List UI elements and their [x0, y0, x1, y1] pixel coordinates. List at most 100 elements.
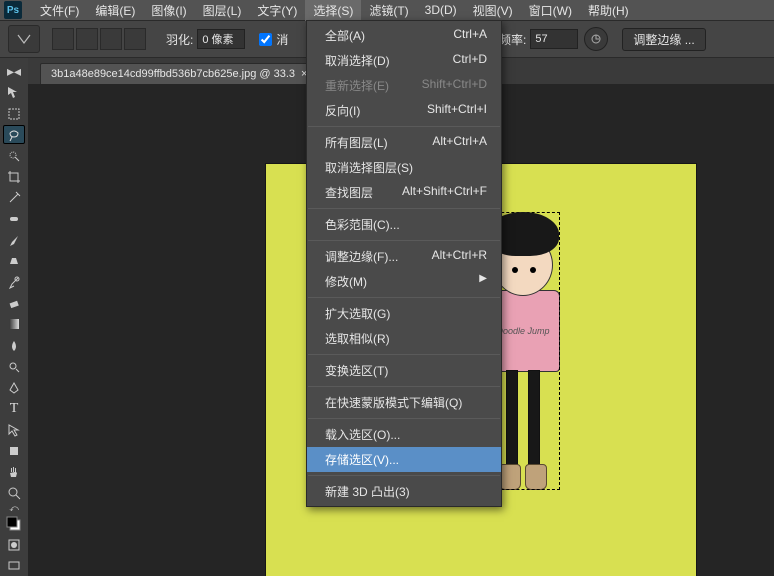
tool-preset-icon[interactable] [8, 25, 40, 53]
frequency-label: 频率: [499, 31, 526, 48]
menu-item-label: 重新选择(E) [325, 77, 389, 94]
menu-help[interactable]: 帮助(H) [580, 0, 637, 21]
menu-item[interactable]: 色彩范围(C)... [307, 212, 501, 237]
eyedropper-tool-icon[interactable] [3, 188, 25, 207]
hand-tool-icon[interactable] [3, 462, 25, 481]
selmode-add-icon[interactable] [76, 28, 98, 50]
color-swap-icon[interactable]: ⤺ [3, 505, 25, 513]
menu-window[interactable]: 窗口(W) [521, 0, 580, 21]
menu-item[interactable]: 取消选择图层(S) [307, 155, 501, 180]
blur-tool-icon[interactable] [3, 336, 25, 355]
menu-item-shortcut: Alt+Ctrl+A [432, 134, 487, 151]
menu-item[interactable]: 变换选区(T) [307, 358, 501, 383]
menu-item[interactable]: 查找图层 Alt+Shift+Ctrl+F [307, 180, 501, 205]
menu-view[interactable]: 视图(V) [465, 0, 521, 21]
brush-tool-icon[interactable] [3, 231, 25, 250]
select-menu-dropdown: 全部(A) Ctrl+A 取消选择(D)Ctrl+D 重新选择(E) Shift+Ctr… [306, 20, 502, 507]
feather-input[interactable] [197, 29, 245, 49]
crop-tool-icon[interactable] [3, 167, 25, 186]
menu-edit[interactable]: 编辑(E) [87, 0, 143, 21]
color-swatch-icon[interactable] [3, 515, 25, 534]
menu-file[interactable]: 文件(F) [32, 0, 87, 21]
menu-separator [308, 208, 500, 209]
menu-image[interactable]: 图像(I) [143, 0, 194, 21]
menu-item: 重新选择(E) Shift+Ctrl+D [307, 73, 501, 98]
menu-item-label: 取消选择图层(S) [325, 159, 413, 176]
selmode-new-icon[interactable] [52, 28, 74, 50]
menu-separator [308, 354, 500, 355]
history-brush-tool-icon[interactable] [3, 273, 25, 292]
gradient-tool-icon[interactable] [3, 315, 25, 334]
menu-item[interactable]: 载入选区(O)... [307, 422, 501, 447]
lasso-tool-icon[interactable] [3, 125, 25, 144]
marquee-tool-icon[interactable] [3, 104, 25, 123]
move-tool-icon[interactable] [3, 83, 25, 102]
menu-item-label: 色彩范围(C)... [325, 216, 400, 233]
menu-item[interactable]: 所有图层(L)Alt+Ctrl+A [307, 130, 501, 155]
menu-item[interactable]: 修改(M)▶ [307, 269, 501, 294]
menu-item-shortcut: Shift+Ctrl+I [427, 102, 487, 119]
menu-item-label: 载入选区(O)... [325, 426, 400, 443]
selmode-intersect-icon[interactable] [124, 28, 146, 50]
path-select-tool-icon[interactable] [3, 420, 25, 439]
eraser-tool-icon[interactable] [3, 294, 25, 313]
menu-item-label: 存储选区(V)... [325, 451, 399, 468]
antialias-checkbox[interactable] [259, 33, 272, 46]
screen-mode-icon[interactable] [3, 557, 25, 576]
menu-item-label: 查找图层 [325, 184, 373, 201]
menubar: Ps 文件(F) 编辑(E) 图像(I) 图层(L) 文字(Y) 选择(S) 滤… [0, 0, 774, 20]
menu-3d[interactable]: 3D(D) [417, 1, 465, 19]
menu-separator [308, 386, 500, 387]
menu-item-label: 反向(I) [325, 102, 360, 119]
menu-separator [308, 240, 500, 241]
spot-heal-tool-icon[interactable] [3, 210, 25, 229]
pressure-toggle-icon[interactable] [584, 27, 608, 51]
menu-item-shortcut: Shift+Ctrl+D [422, 77, 487, 94]
pen-tool-icon[interactable] [3, 378, 25, 397]
menu-type[interactable]: 文字(Y) [249, 0, 305, 21]
frequency-input[interactable] [530, 29, 578, 49]
menu-item[interactable]: 扩大选取(G) [307, 301, 501, 326]
menu-select[interactable]: 选择(S) [305, 0, 361, 21]
drag-handle-icon[interactable]: ▸◂ [3, 62, 25, 81]
menu-item[interactable]: 选取相似(R) [307, 326, 501, 351]
menu-item[interactable]: 新建 3D 凸出(3) [307, 479, 501, 504]
menu-separator [308, 126, 500, 127]
menu-item[interactable]: 取消选择(D)Ctrl+D [307, 48, 501, 73]
rectangle-tool-icon[interactable] [3, 441, 25, 460]
menu-item-shortcut: Ctrl+A [453, 27, 487, 44]
menu-item[interactable]: 反向(I) Shift+Ctrl+I [307, 98, 501, 123]
menu-separator [308, 297, 500, 298]
menu-layer[interactable]: 图层(L) [195, 0, 250, 21]
quick-select-tool-icon[interactable] [3, 146, 25, 165]
menu-item-label: 变换选区(T) [325, 362, 388, 379]
menu-filter[interactable]: 滤镜(T) [361, 0, 416, 21]
figure-boots [499, 464, 547, 490]
dodge-tool-icon[interactable] [3, 357, 25, 376]
menu-item-label: 调整边缘(F)... [325, 248, 398, 265]
menu-item-label: 选取相似(R) [325, 330, 390, 347]
clone-stamp-tool-icon[interactable] [3, 252, 25, 271]
menu-item-label: 在快速蒙版模式下编辑(Q) [325, 394, 462, 411]
menu-item[interactable]: 全部(A) Ctrl+A [307, 23, 501, 48]
type-tool-icon[interactable]: T [3, 399, 25, 418]
selection-mode-group [52, 28, 146, 50]
menu-item-label: 扩大选取(G) [325, 305, 390, 322]
quick-mask-icon[interactable] [3, 536, 25, 555]
document-tab[interactable]: 3b1a48e89ce14cd99ffbd536b7cb625e.jpg @ 3… [40, 63, 318, 84]
document-tab-title: 3b1a48e89ce14cd99ffbd536b7cb625e.jpg @ 3… [51, 68, 295, 80]
tools-panel: ▸◂ T ⤺ [0, 58, 28, 576]
feather-label: 羽化: [166, 31, 193, 48]
app-logo: Ps [4, 1, 22, 19]
refine-edge-button[interactable]: 调整边缘 ... [622, 28, 705, 51]
menu-item-label: 全部(A) [325, 27, 365, 44]
zoom-tool-icon[interactable] [3, 484, 25, 503]
menu-item-shortcut: Ctrl+D [453, 52, 487, 69]
menu-item[interactable]: 在快速蒙版模式下编辑(Q) [307, 390, 501, 415]
menu-separator [308, 418, 500, 419]
menu-item-shortcut: Alt+Shift+Ctrl+F [402, 184, 487, 201]
figure-legs [506, 370, 540, 466]
menu-item[interactable]: 调整边缘(F)...Alt+Ctrl+R [307, 244, 501, 269]
menu-item[interactable]: 存储选区(V)... [307, 447, 501, 472]
selmode-sub-icon[interactable] [100, 28, 122, 50]
